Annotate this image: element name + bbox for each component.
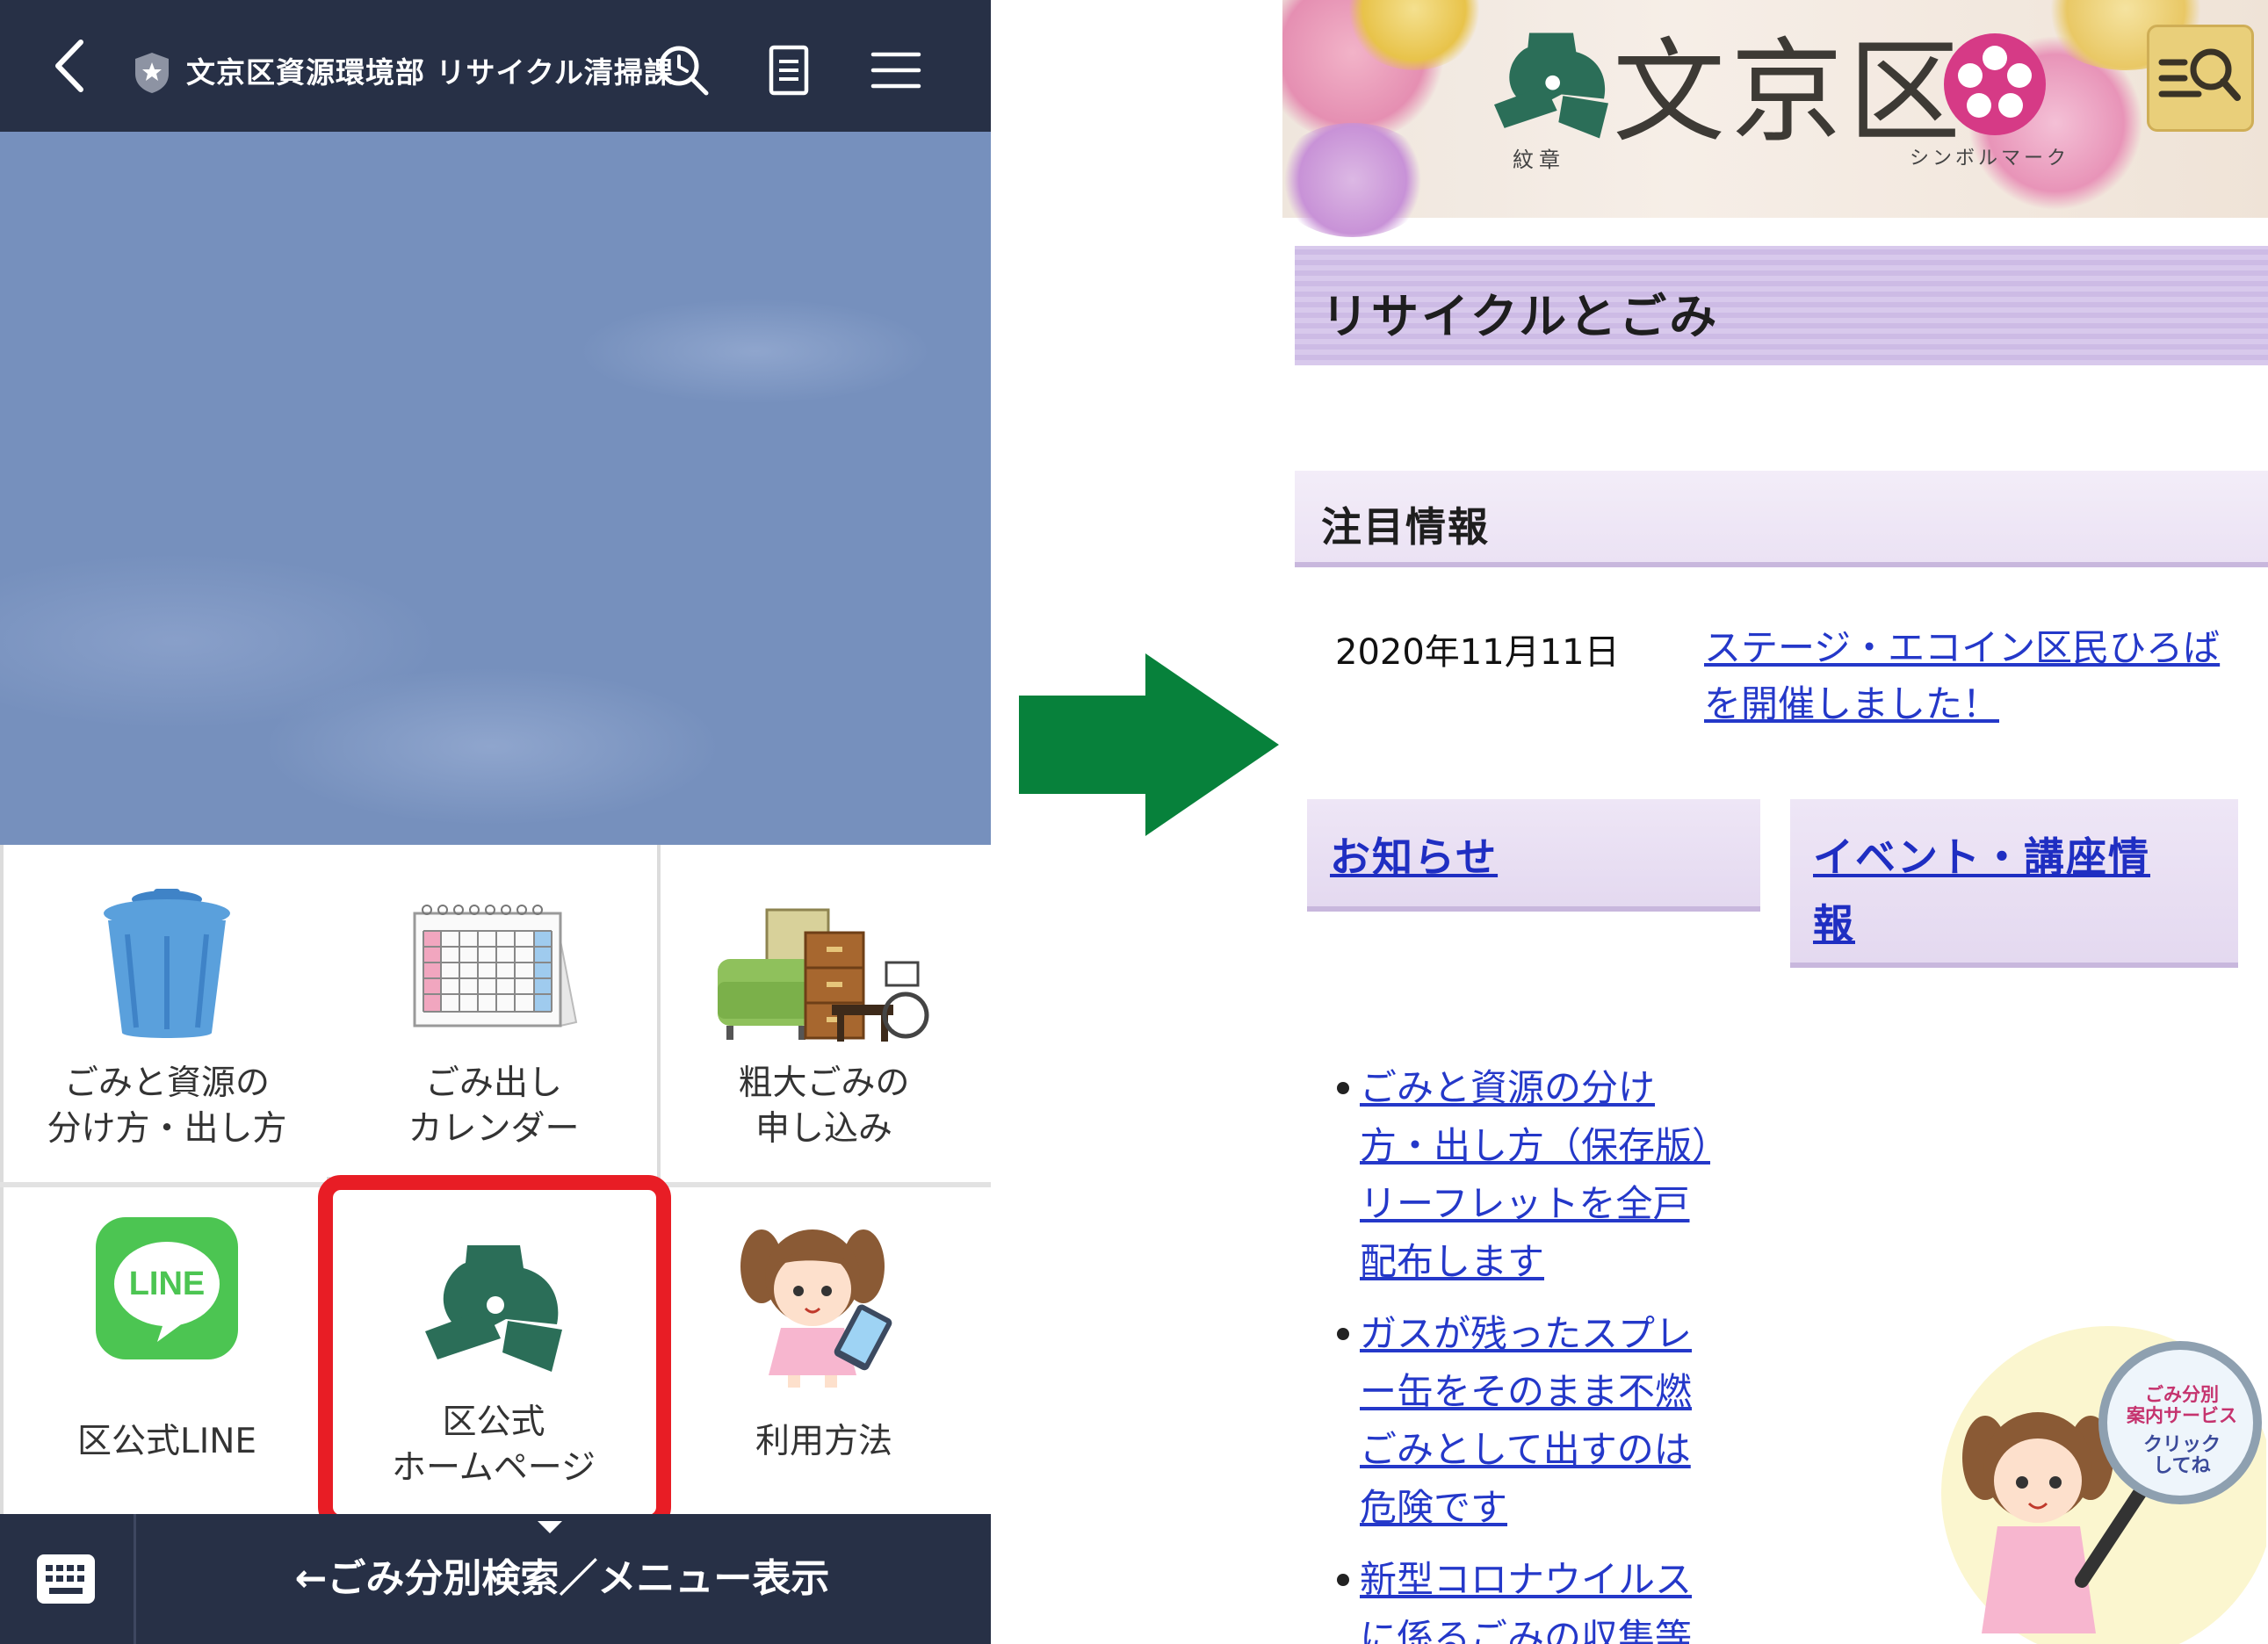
list-item-link[interactable]: ごみと資源の分け方・出し方（保存版）リーフレットを全戸配布します — [1360, 1059, 1711, 1291]
page-title: リサイクルとごみ — [1321, 289, 1720, 344]
menu-label: ごみと資源の 分け方・出し方 — [47, 1064, 287, 1149]
helper-illustration — [1941, 1326, 2266, 1644]
flower-decoration — [1282, 123, 1432, 237]
sorting-guide-helper[interactable]: ごみ分別 案内サービス クリック してね — [1932, 1317, 2266, 1644]
keyboard-toggle[interactable] — [0, 1514, 136, 1644]
menu-label: 粗大ごみの 申し込み — [738, 1064, 910, 1149]
page-title-bar: リサイクルとごみ — [1295, 246, 2268, 365]
events-link[interactable]: イベント・講座情報 — [1813, 824, 2191, 957]
menu-label: 区公式LINE — [76, 1422, 257, 1461]
list-item-link[interactable]: 新型コロナウイルスに係るごみの収集等 — [1360, 1551, 1711, 1644]
featured-heading: 注目情報 — [1321, 503, 1490, 551]
news-link[interactable]: ステージ・エコイン区民ひろばを開催しました！ — [1704, 620, 2249, 732]
site-banner: 文京区 紋章 シンボルマーク — [1282, 0, 2268, 237]
trash-can-icon — [104, 889, 230, 1038]
menu-bulky-waste-application[interactable]: 粗大ごみの 申し込み — [661, 845, 987, 1177]
calendar-icon — [413, 905, 578, 1028]
line-app-screen: 文京区資源環境部 リサイクル清掃課 ごみと資源の 分け方・出し方 ごみ出し カレ… — [0, 0, 991, 1644]
search-icon — [2158, 48, 2241, 101]
symbol-label: シンボルマーク — [1910, 148, 2070, 169]
bunkyo-crest-icon — [1494, 32, 1608, 139]
menu-label: 利用方法 — [755, 1422, 892, 1461]
site-name: 文京区 — [1613, 27, 1967, 158]
back-arrow-icon[interactable] — [42, 35, 104, 97]
helper-text: ごみ分別 案内サービス クリック してね — [2127, 1384, 2237, 1477]
list-item-link[interactable]: ガスが残ったスプレー缶をそのまま不燃ごみとして出すのは危険です — [1360, 1305, 1711, 1537]
keyboard-icon — [37, 1554, 95, 1604]
menu-how-to-use[interactable]: 利用方法 — [661, 1187, 987, 1519]
site-search-button[interactable] — [2147, 25, 2254, 132]
list-item[interactable]: 新型コロナウイルスに係るごみの収集等 — [1337, 1551, 1711, 1644]
right-arrow-icon — [1019, 653, 1279, 836]
line-bottom-bar: ←ごみ分別検索／メニュー表示 — [0, 1514, 991, 1644]
search-icon[interactable] — [655, 42, 711, 98]
notices-box[interactable]: お知らせ — [1307, 799, 1760, 912]
list-item[interactable]: ごみと資源の分け方・出し方（保存版）リーフレットを全戸配布します — [1337, 1059, 1711, 1291]
menu-collection-calendar[interactable]: ごみ出し カレンダー — [330, 845, 657, 1177]
menu-sorting-guide[interactable]: ごみと資源の 分け方・出し方 — [4, 845, 330, 1177]
bullet-dot — [1337, 1082, 1349, 1094]
account-title: 文京区資源環境部 リサイクル清掃課 — [186, 55, 674, 90]
girl-mascot-icon — [740, 1229, 892, 1388]
crest-label: 紋章 — [1513, 148, 1565, 172]
bulky-items-icon — [718, 908, 929, 1042]
notes-icon[interactable] — [761, 42, 817, 98]
line-logo-icon: LINE — [96, 1217, 238, 1359]
list-item[interactable]: ガスが残ったスプレー缶をそのまま不燃ごみとして出すのは危険です — [1337, 1305, 1711, 1537]
symbol-mark-icon — [1944, 33, 2046, 135]
notices-link[interactable]: お知らせ — [1330, 824, 1498, 890]
bullet-dot — [1337, 1328, 1349, 1340]
bunkyo-website: 文京区 紋章 シンボルマーク リサイクルとごみ 注目情報 2020年11月11日… — [1282, 0, 2268, 1644]
news-date: 2020年11月11日 — [1335, 632, 1620, 673]
line-header: 文京区資源環境部 リサイクル清掃課 — [0, 0, 991, 132]
menu-official-line[interactable]: LINE 区公式LINE — [4, 1187, 330, 1519]
official-account-badge-icon — [135, 53, 169, 93]
menu-toggle-text[interactable]: ←ごみ分別検索／メニュー表示 — [134, 1514, 991, 1644]
events-box[interactable]: イベント・講座情報 — [1790, 799, 2238, 968]
bullet-dot — [1337, 1574, 1349, 1586]
hamburger-menu-icon[interactable] — [868, 42, 924, 98]
featured-heading-bar: 注目情報 — [1295, 471, 2268, 567]
menu-label: ごみ出し カレンダー — [408, 1064, 580, 1149]
line-logo-text: LINE — [128, 1265, 206, 1302]
homepage-highlight-box — [318, 1175, 671, 1530]
chat-background — [0, 132, 991, 845]
